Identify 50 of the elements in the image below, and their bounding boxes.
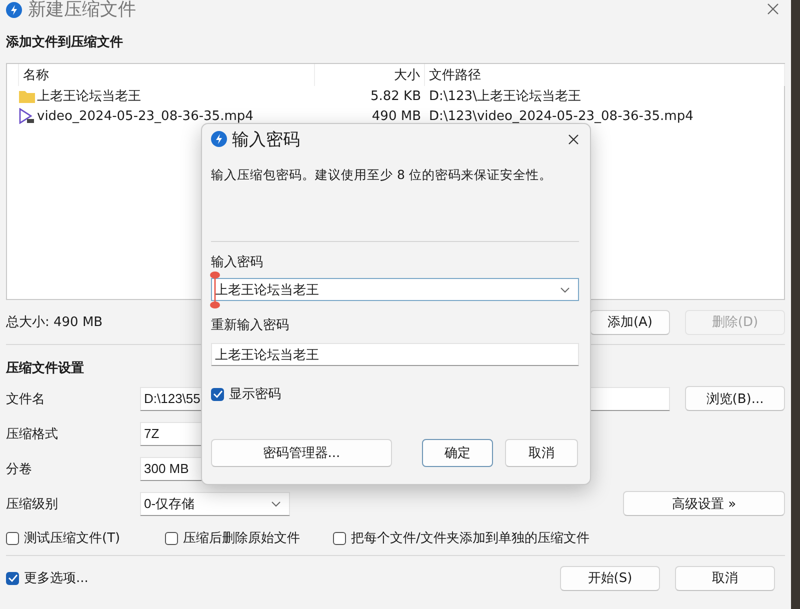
checkbox[interactable] xyxy=(211,388,224,400)
file-size: 5.82 KB xyxy=(369,88,422,104)
field-label: 分卷 xyxy=(6,460,33,478)
field-label: 文件名 xyxy=(6,390,46,408)
column-header[interactable]: 大小 xyxy=(315,64,425,86)
chevron-down-icon xyxy=(271,500,281,506)
advanced-settings-button[interactable]: 高级设置 » xyxy=(623,491,785,516)
chevron-down-icon[interactable] xyxy=(560,286,570,292)
close-icon[interactable] xyxy=(568,134,579,144)
section-heading: 压缩文件设置 xyxy=(6,360,84,377)
checkbox[interactable] xyxy=(333,532,346,544)
folder-icon xyxy=(19,90,35,102)
field-label: 输入密码 xyxy=(211,254,264,271)
app-logo-icon xyxy=(211,131,227,147)
add-button[interactable]: 添加(A) xyxy=(590,310,670,334)
checkbox[interactable] xyxy=(6,572,19,584)
checkbox[interactable] xyxy=(165,532,178,544)
column-header[interactable]: 名称 xyxy=(19,64,315,86)
delete-button: 删除(D) xyxy=(685,310,785,334)
browse-button[interactable]: 浏览(B)... xyxy=(685,386,785,411)
checkbox-label: 把每个文件/文件夹添加到单独的压缩文件 xyxy=(351,530,590,547)
checkbox-label: 显示密码 xyxy=(229,386,281,403)
checkbox-label: 测试压缩文件(T) xyxy=(24,530,120,547)
file-name: video_2024-05-23_08-36-35.mp4 xyxy=(37,108,254,124)
close-icon[interactable] xyxy=(767,3,779,15)
description-text: 输入压缩包密码。建议使用至少 8 位的密码来保证安全性。 xyxy=(211,167,553,184)
cancel-button[interactable]: 取消 xyxy=(675,566,775,590)
dropdown[interactable]: 0-仅存储 xyxy=(140,492,290,516)
file-name: 上老王论坛当老王 xyxy=(37,88,141,105)
file-path: D:\123\上老王论坛当老王 xyxy=(428,88,582,105)
cancel-button[interactable]: 取消 xyxy=(505,439,578,467)
section-heading: 添加文件到压缩文件 xyxy=(6,34,123,51)
ok-button[interactable]: 确定 xyxy=(422,439,493,467)
password-manager-button[interactable]: 密码管理器... xyxy=(211,439,392,467)
total-size: 总大小: 490 MB xyxy=(6,314,103,331)
file-path: D:\123\video_2024-05-23_08-36-35.mp4 xyxy=(428,108,694,124)
file-size: 490 MB xyxy=(370,108,422,124)
checkbox-label: 更多选项... xyxy=(24,570,88,587)
window-title: 新建压缩文件 xyxy=(28,0,136,20)
field-label: 重新输入密码 xyxy=(211,317,290,334)
password-combo-field[interactable]: 上老王论坛当老王 xyxy=(211,278,579,301)
checkbox[interactable] xyxy=(6,532,19,544)
dialog-title: 输入密码 xyxy=(232,128,300,150)
start-button[interactable]: 开始(S) xyxy=(560,566,660,590)
video-file-icon xyxy=(19,108,35,124)
column-header[interactable]: 文件路径 xyxy=(425,64,785,86)
field-label: 压缩级别 xyxy=(6,496,59,512)
checkbox-label: 压缩后删除原始文件 xyxy=(183,530,300,547)
password-field[interactable]: 上老王论坛当老王 xyxy=(211,343,579,366)
field-label: 压缩格式 xyxy=(6,426,59,442)
